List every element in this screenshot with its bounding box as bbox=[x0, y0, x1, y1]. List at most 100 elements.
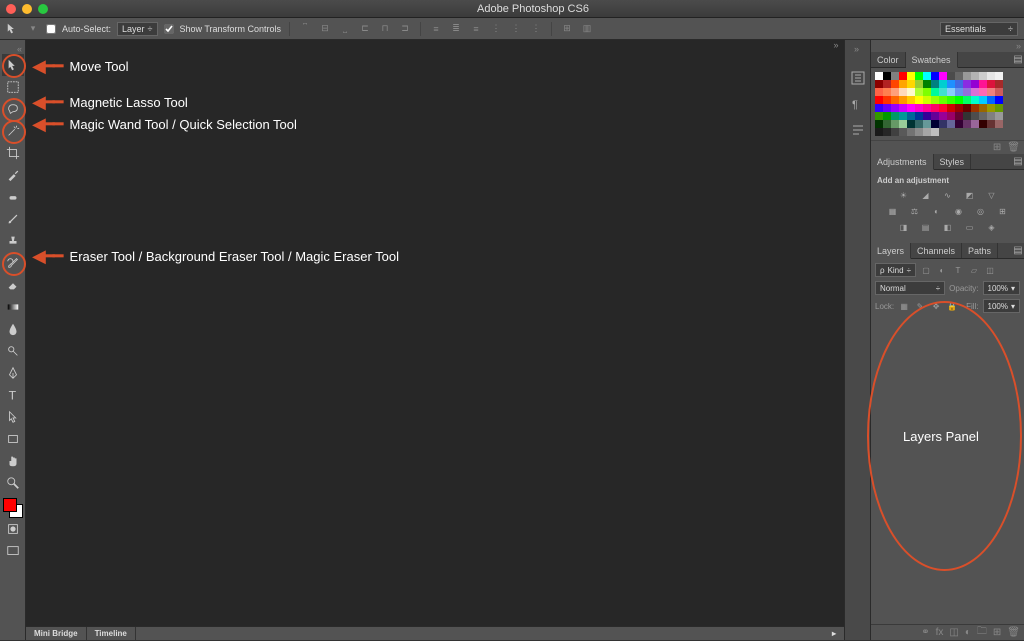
swatches-grid[interactable] bbox=[871, 68, 1024, 140]
filter-smart-icon[interactable]: ◫ bbox=[984, 264, 996, 276]
swatch[interactable] bbox=[947, 104, 955, 112]
swatch[interactable] bbox=[939, 88, 947, 96]
history-panel-icon[interactable] bbox=[850, 70, 866, 86]
swatch[interactable] bbox=[955, 72, 963, 80]
show-transform-checkbox[interactable] bbox=[164, 24, 174, 34]
spot-heal-tool[interactable] bbox=[2, 186, 24, 208]
lookup-icon[interactable]: ⊞ bbox=[996, 205, 1010, 217]
swatch[interactable] bbox=[875, 120, 883, 128]
lock-trans-icon[interactable]: ▦ bbox=[898, 300, 910, 312]
hue-icon[interactable]: ▦ bbox=[886, 205, 900, 217]
swatch[interactable] bbox=[979, 120, 987, 128]
magic-wand-tool[interactable] bbox=[2, 120, 24, 142]
swatch[interactable] bbox=[891, 112, 899, 120]
quickmask-tool[interactable] bbox=[2, 518, 24, 540]
swatch[interactable] bbox=[947, 72, 955, 80]
swatch[interactable] bbox=[939, 80, 947, 88]
tab-swatches[interactable]: Swatches bbox=[906, 52, 958, 68]
screenmode-tool[interactable] bbox=[2, 540, 24, 562]
link-icon[interactable]: ⚭ bbox=[921, 627, 929, 638]
swatch[interactable] bbox=[931, 88, 939, 96]
swatch[interactable] bbox=[907, 72, 915, 80]
levels-icon[interactable]: ◢ bbox=[919, 189, 933, 201]
swatch[interactable] bbox=[899, 128, 907, 136]
marquee-tool[interactable] bbox=[2, 76, 24, 98]
tab-timeline[interactable]: Timeline bbox=[87, 627, 136, 640]
color-swatches[interactable] bbox=[3, 498, 23, 518]
swatch[interactable] bbox=[979, 72, 987, 80]
swatch[interactable] bbox=[995, 80, 1003, 88]
align-bottom-icon[interactable]: ⎵ bbox=[338, 22, 352, 36]
swatch[interactable] bbox=[883, 96, 891, 104]
vibrance-icon[interactable]: ▽ bbox=[985, 189, 999, 201]
hand-tool[interactable] bbox=[2, 450, 24, 472]
swatch[interactable] bbox=[899, 80, 907, 88]
swatch[interactable] bbox=[995, 96, 1003, 104]
dist-bottom-icon[interactable]: ≡ bbox=[469, 22, 483, 36]
panel-menu-icon[interactable]: ▤ bbox=[1012, 52, 1024, 67]
swatch[interactable] bbox=[971, 120, 979, 128]
swatch[interactable] bbox=[987, 88, 995, 96]
swatch[interactable] bbox=[907, 120, 915, 128]
swatch[interactable] bbox=[931, 96, 939, 104]
posterize-icon[interactable]: ▤ bbox=[919, 221, 933, 233]
swatch[interactable] bbox=[955, 80, 963, 88]
swatch[interactable] bbox=[907, 96, 915, 104]
swatch[interactable] bbox=[995, 112, 1003, 120]
opacity-field[interactable]: 100%▾ bbox=[983, 281, 1020, 295]
bw-icon[interactable]: ◐ bbox=[930, 205, 944, 217]
swatch[interactable] bbox=[915, 120, 923, 128]
type-tool[interactable]: T bbox=[2, 384, 24, 406]
swatch[interactable] bbox=[907, 88, 915, 96]
tab-mini-bridge[interactable]: Mini Bridge bbox=[26, 627, 87, 640]
swatch[interactable] bbox=[987, 112, 995, 120]
swatch[interactable] bbox=[883, 88, 891, 96]
tab-adjustments[interactable]: Adjustments bbox=[871, 154, 934, 170]
swatch[interactable] bbox=[955, 88, 963, 96]
pen-tool[interactable] bbox=[2, 362, 24, 384]
blend-mode[interactable]: Normal÷ bbox=[875, 281, 945, 295]
swatch[interactable] bbox=[963, 72, 971, 80]
swatch[interactable] bbox=[875, 72, 883, 80]
gradient-map-icon[interactable]: ▭ bbox=[963, 221, 977, 233]
dropdown-icon[interactable]: ▾ bbox=[26, 22, 40, 36]
character-panel-icon[interactable]: ¶ bbox=[850, 96, 866, 112]
eraser-tool[interactable] bbox=[2, 274, 24, 296]
lock-pos-icon[interactable]: ✥ bbox=[930, 300, 942, 312]
swatch[interactable] bbox=[987, 104, 995, 112]
swatch[interactable] bbox=[915, 96, 923, 104]
swatch[interactable] bbox=[939, 112, 947, 120]
zoom-icon[interactable] bbox=[38, 4, 48, 14]
swatch[interactable] bbox=[971, 112, 979, 120]
swatch[interactable] bbox=[963, 96, 971, 104]
swatch[interactable] bbox=[979, 96, 987, 104]
exposure-icon[interactable]: ◩ bbox=[963, 189, 977, 201]
group-icon[interactable]: 🗀 bbox=[977, 624, 987, 641]
swatch[interactable] bbox=[891, 104, 899, 112]
dist-v-icon[interactable]: ≣ bbox=[449, 22, 463, 36]
swatch[interactable] bbox=[907, 104, 915, 112]
swatch[interactable] bbox=[915, 104, 923, 112]
photo-filter-icon[interactable]: ◉ bbox=[952, 205, 966, 217]
swatch[interactable] bbox=[939, 120, 947, 128]
swatch[interactable] bbox=[995, 120, 1003, 128]
path-select-tool[interactable] bbox=[2, 406, 24, 428]
channel-mixer-icon[interactable]: ◎ bbox=[974, 205, 988, 217]
swatch[interactable] bbox=[995, 104, 1003, 112]
invert-icon[interactable]: ◨ bbox=[897, 221, 911, 233]
delete-layer-icon[interactable]: 🗑 bbox=[1007, 627, 1020, 638]
move-tool[interactable] bbox=[2, 54, 24, 76]
swatch[interactable] bbox=[931, 72, 939, 80]
tab-styles[interactable]: Styles bbox=[934, 154, 972, 169]
swatch[interactable] bbox=[979, 104, 987, 112]
swatch[interactable] bbox=[947, 96, 955, 104]
swatch[interactable] bbox=[883, 80, 891, 88]
collapse-right-icon[interactable]: » bbox=[828, 40, 844, 50]
filter-type-icon[interactable]: T bbox=[952, 264, 964, 276]
3d-mode-icon[interactable]: ▥ bbox=[580, 22, 594, 36]
delete-swatch-icon[interactable]: 🗑 bbox=[1007, 142, 1020, 153]
new-swatch-icon[interactable]: ⊞ bbox=[993, 142, 1001, 153]
swatch[interactable] bbox=[931, 104, 939, 112]
swatch[interactable] bbox=[923, 104, 931, 112]
swatch[interactable] bbox=[899, 96, 907, 104]
